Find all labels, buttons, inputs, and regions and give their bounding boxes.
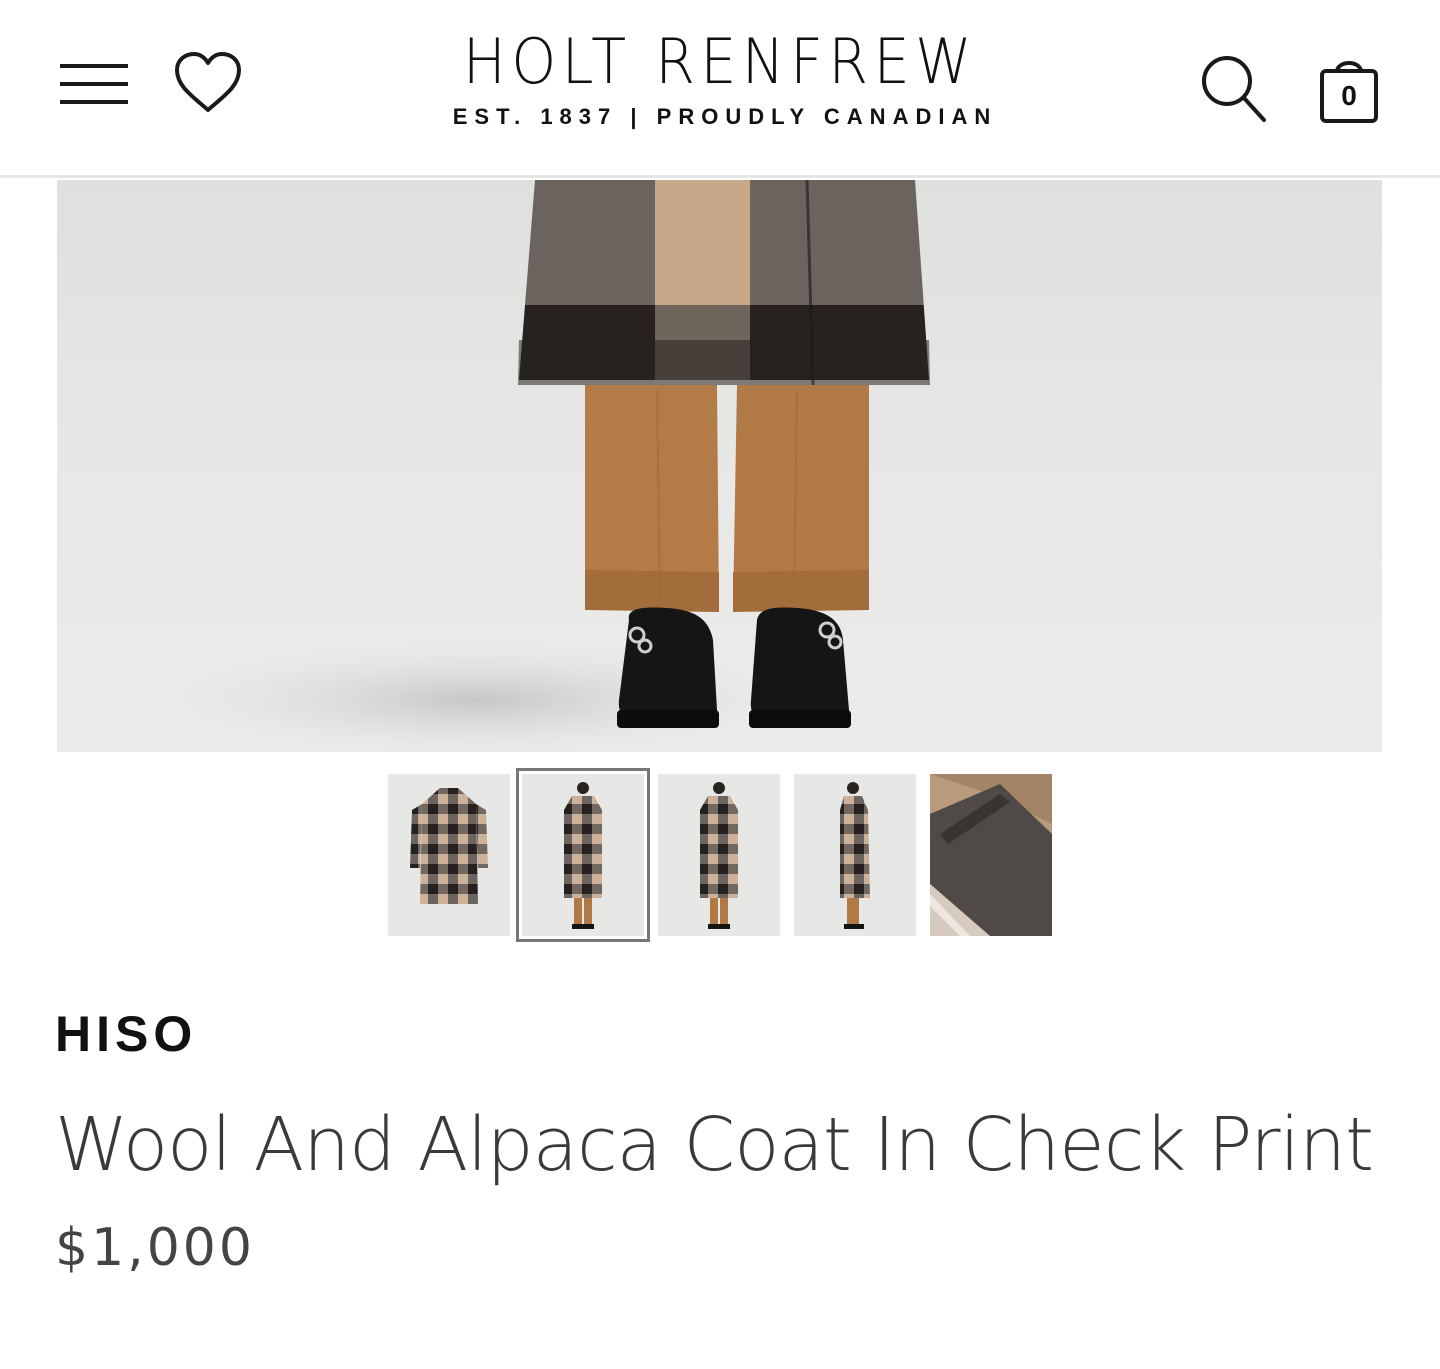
logo-title: HOLT RENFREW (462, 25, 978, 98)
menu-line (60, 100, 128, 104)
menu-line (60, 82, 128, 86)
thumbnail-model-side[interactable] (794, 774, 916, 936)
product-price: $1,000 (55, 1218, 255, 1278)
hamburger-menu-icon[interactable] (60, 60, 128, 108)
product-main-image[interactable] (57, 180, 1382, 752)
product-name: Wool And Alpaca Coat In Check Print (55, 1102, 1374, 1188)
site-header: HOLT RENFREW EST. 1837 | PROUDLY CANADIA… (0, 0, 1440, 178)
shopping-bag-icon[interactable]: 0 (1318, 52, 1380, 126)
product-brand[interactable]: HISO (55, 1005, 197, 1063)
bag-count-badge: 0 (1341, 80, 1357, 111)
thumbnail-coat-only[interactable] (388, 774, 510, 936)
heart-icon[interactable] (172, 50, 244, 116)
thumbnail-model-back[interactable] (658, 774, 780, 936)
site-logo[interactable]: HOLT RENFREW EST. 1837 | PROUDLY CANADIA… (420, 26, 1020, 130)
thumbnail-model-front[interactable] (516, 768, 650, 942)
search-icon[interactable] (1198, 52, 1270, 126)
menu-line (60, 64, 128, 68)
logo-tagline: EST. 1837 | PROUDLY CANADIAN (452, 104, 998, 129)
thumbnail-fabric-detail[interactable] (930, 774, 1052, 936)
